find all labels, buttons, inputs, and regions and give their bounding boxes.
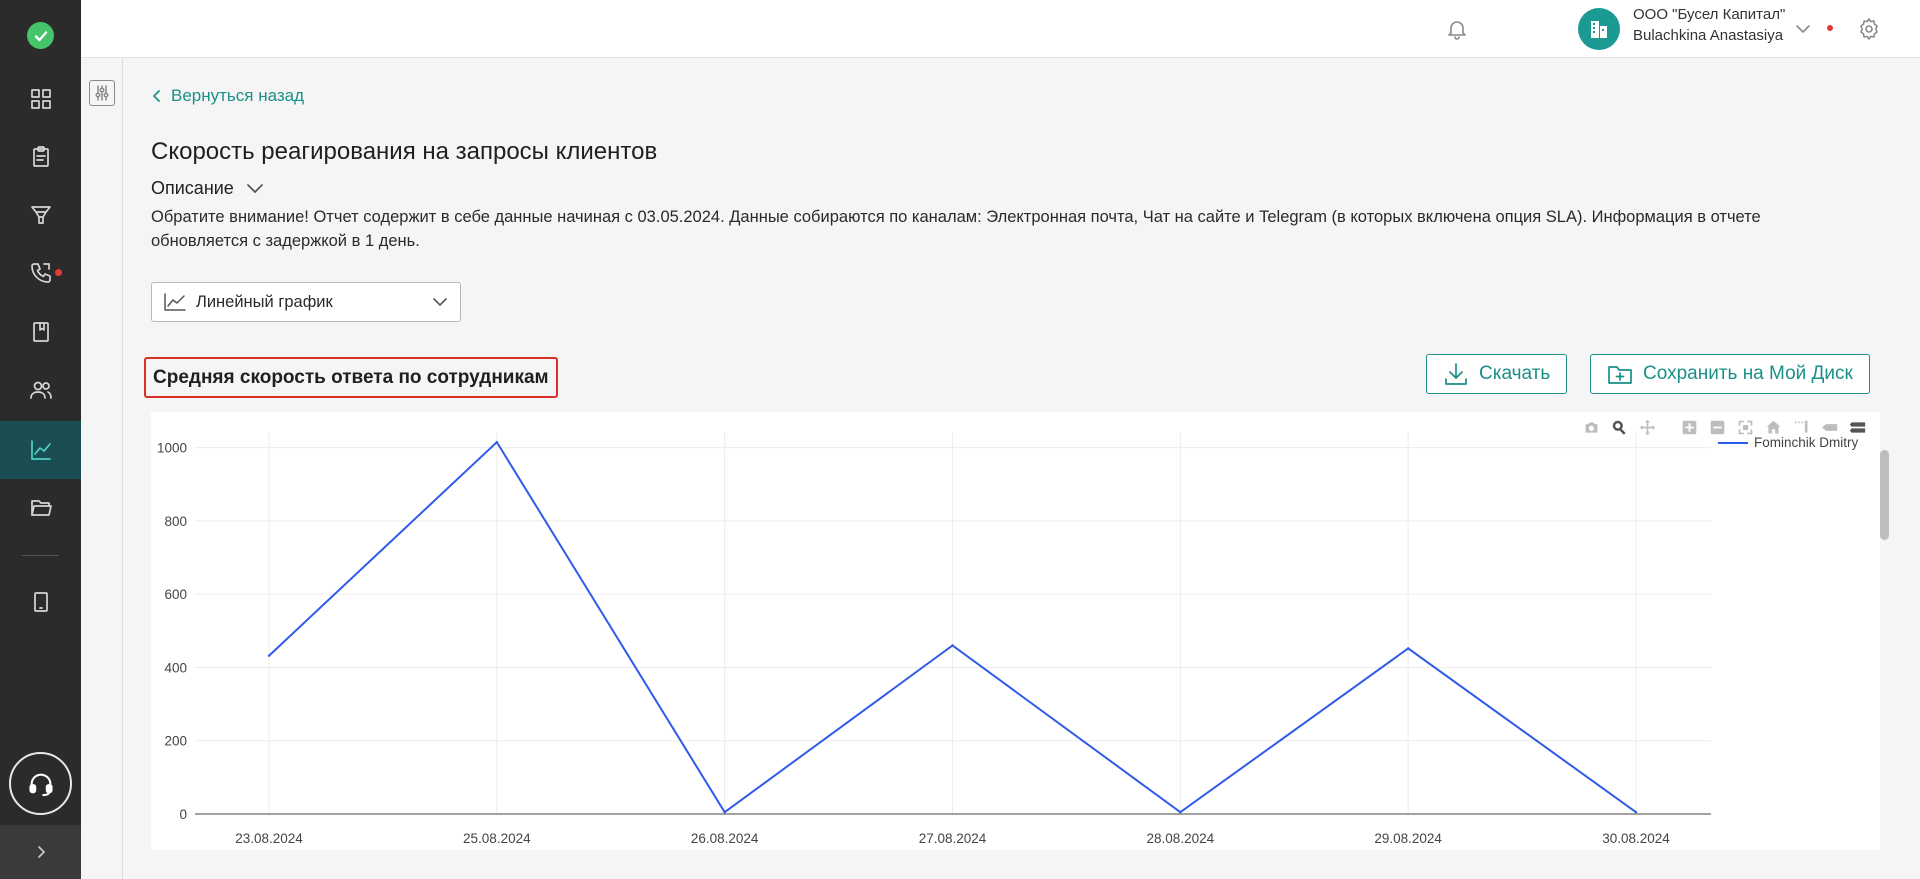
notification-dot xyxy=(55,269,62,276)
chart-type-select[interactable]: Линейный график xyxy=(151,282,461,322)
back-link-label: Вернуться назад xyxy=(171,86,305,105)
sidebar-item-mobile[interactable] xyxy=(0,573,81,631)
y-tick-label: 0 xyxy=(179,807,187,822)
analytics-chart-icon xyxy=(30,440,51,460)
x-tick-label: 29.08.2024 xyxy=(1374,831,1442,846)
zoom-in-icon[interactable] xyxy=(1678,416,1700,438)
save-to-drive-label: Сохранить на Мой Диск xyxy=(1643,363,1853,384)
sidebar-item-calls[interactable] xyxy=(0,244,81,302)
org-avatar[interactable] xyxy=(1578,8,1620,50)
download-button[interactable]: Скачать xyxy=(1426,354,1568,394)
bell-icon xyxy=(1448,21,1466,40)
data-point[interactable] xyxy=(951,644,954,647)
chevron-right-icon xyxy=(37,846,45,858)
description-toggle[interactable]: Описание xyxy=(151,178,264,199)
folder-plus-icon xyxy=(1608,366,1632,384)
page-title: Скорость реагирования на запросы клиенто… xyxy=(151,138,658,165)
sidebar-item-knowledge-base[interactable] xyxy=(0,303,81,361)
y-tick-label: 800 xyxy=(164,514,187,529)
phone-icon xyxy=(30,263,51,283)
sidebar-item-reports[interactable] xyxy=(0,421,81,479)
sidebar-item-clients[interactable] xyxy=(0,361,81,419)
notification-dot xyxy=(1827,25,1833,31)
y-tick-label: 1000 xyxy=(157,441,187,456)
clipboard-icon xyxy=(32,146,49,167)
filter-panel-strip xyxy=(81,58,123,879)
y-tick-label: 600 xyxy=(164,587,187,602)
legend-series-label: Fominchik Dmitry xyxy=(1754,435,1859,450)
sidebar-item-funnel[interactable] xyxy=(0,186,81,244)
x-tick-label: 27.08.2024 xyxy=(919,831,987,846)
headset-icon xyxy=(28,773,53,796)
x-tick-label: 28.08.2024 xyxy=(1147,831,1215,846)
sidebar xyxy=(0,0,81,879)
line-chart-icon xyxy=(164,293,186,311)
sidebar-item-dashboard[interactable] xyxy=(0,70,81,128)
x-tick-label: 23.08.2024 xyxy=(235,831,303,846)
chart-section-title: Средняя скорость ответа по сотрудникам xyxy=(144,357,558,398)
sidebar-expand-button[interactable] xyxy=(0,825,81,879)
chart-panel: 0 200 400 600 800 1000 23.08.2024 25.08.2024 26.… xyxy=(151,412,1889,850)
download-icon xyxy=(1445,363,1467,385)
chart-type-value: Линейный график xyxy=(196,292,333,311)
line-chart[interactable]: 0 200 400 600 800 1000 23.08.2024 25.08.2024 26.… xyxy=(151,412,1880,850)
pan-icon[interactable] xyxy=(1636,416,1658,438)
camera-icon[interactable] xyxy=(1580,416,1602,438)
top-bar: ООО "Бусел Капитал" Bulachkina Anastasiy… xyxy=(81,0,1920,58)
chart-legend[interactable]: Fominchik Dmitry xyxy=(1718,435,1858,450)
users-icon xyxy=(29,381,52,399)
notifications-button[interactable] xyxy=(1442,14,1472,44)
legend-line-swatch xyxy=(1718,441,1748,444)
description-toggle-label: Описание xyxy=(151,178,234,198)
data-point[interactable] xyxy=(1634,810,1638,814)
x-tick-label: 30.08.2024 xyxy=(1602,831,1670,846)
tablet-icon xyxy=(33,592,48,612)
account-dropdown-button[interactable] xyxy=(1788,14,1818,44)
back-link[interactable]: Вернуться назад xyxy=(151,86,304,106)
funnel-icon xyxy=(30,206,51,224)
chevron-left-icon xyxy=(152,90,160,102)
sidebar-item-files[interactable] xyxy=(0,479,81,537)
org-name: ООО "Бусел Капитал" xyxy=(1633,6,1786,23)
y-tick-label: 400 xyxy=(164,660,187,675)
x-tick-label: 26.08.2024 xyxy=(691,831,759,846)
download-button-label: Скачать xyxy=(1479,363,1551,384)
y-tick-label: 200 xyxy=(164,734,187,749)
gear-icon xyxy=(1860,18,1878,40)
folder-open-icon xyxy=(30,500,52,516)
data-point[interactable] xyxy=(1179,810,1182,814)
sidebar-divider xyxy=(22,555,59,556)
dashboard-grid-icon xyxy=(30,89,51,109)
building-icon xyxy=(1591,21,1607,38)
data-point[interactable] xyxy=(1406,647,1410,650)
save-to-drive-button[interactable]: Сохранить на Мой Диск xyxy=(1590,354,1870,394)
sidebar-item-tasks[interactable] xyxy=(0,128,81,186)
filters-button[interactable] xyxy=(89,80,115,106)
check-icon xyxy=(34,30,47,41)
user-name: Bulachkina Anastasiya xyxy=(1633,27,1784,44)
description-text: Обратите внимание! Отчет содержит в себе… xyxy=(151,208,1761,250)
zoom-icon[interactable] xyxy=(1608,416,1630,438)
x-tick-label: 25.08.2024 xyxy=(463,831,531,846)
data-point[interactable] xyxy=(495,440,499,444)
data-point[interactable] xyxy=(723,810,726,814)
chevron-down-icon xyxy=(246,183,263,193)
sliders-icon xyxy=(95,85,109,101)
chevron-down-icon xyxy=(433,298,447,307)
app-logo[interactable] xyxy=(27,22,54,49)
book-icon xyxy=(32,322,49,342)
data-point[interactable] xyxy=(267,654,271,657)
settings-button[interactable] xyxy=(1854,14,1884,44)
legend-scrollbar[interactable] xyxy=(1880,450,1889,540)
chevron-down-icon xyxy=(1796,25,1810,33)
support-button[interactable] xyxy=(9,752,72,815)
